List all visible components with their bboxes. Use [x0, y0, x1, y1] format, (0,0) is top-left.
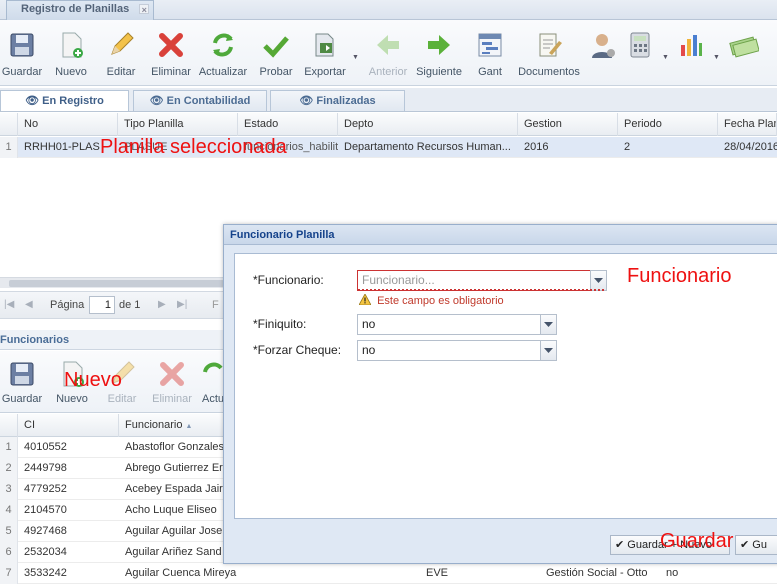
export-icon	[310, 30, 340, 60]
grid-header: No Tipo Planilla Estado Depto Gestion Pe…	[0, 113, 777, 136]
annotation-guardar: Guardar	[660, 530, 734, 552]
chevron-down-icon[interactable]	[540, 340, 557, 361]
tab-title: Registro de Planillas	[21, 3, 130, 15]
documentos-button[interactable]: Documentos	[514, 30, 584, 78]
arrow-right-icon	[424, 30, 454, 60]
check-icon: ✔	[740, 539, 750, 551]
annotation-nuevo: Nuevo	[64, 369, 122, 391]
forzar-cheque-label: *Forzar Cheque:	[253, 343, 342, 357]
guardar-button-2[interactable]: Guardar	[0, 359, 48, 405]
eliminar-button[interactable]: Eliminar	[145, 30, 197, 78]
checkmark-icon	[261, 30, 291, 60]
next-page-icon[interactable]: ▶	[158, 299, 166, 310]
rownum-header	[0, 414, 18, 437]
page-input[interactable]: 1	[89, 296, 115, 314]
arrow-left-icon	[373, 30, 403, 60]
money-button[interactable]	[718, 30, 770, 60]
rownum-header	[0, 113, 18, 136]
funcionarios-grid-header: CI Funcionario ▲	[0, 414, 230, 437]
delete-x-icon	[157, 359, 187, 389]
tab-registro-de-planillas[interactable]: Registro de Planillas ×	[6, 0, 155, 20]
new-doc-icon	[56, 30, 86, 60]
sort-asc-icon: ▲	[185, 423, 193, 430]
delete-x-icon	[156, 30, 186, 60]
nuevo-button[interactable]: Nuevo	[45, 30, 97, 78]
col-gestion[interactable]: Gestion	[518, 113, 618, 136]
calculator-button[interactable]	[614, 30, 666, 60]
calculator-icon	[625, 30, 655, 60]
eye-icon: 👁	[299, 95, 314, 107]
prev-page-icon[interactable]: ◀	[25, 299, 33, 310]
table-row[interactable]: 7 3533242 Aguilar Cuenca Mireya EVE Gest…	[0, 563, 777, 584]
floppy-icon	[7, 30, 37, 60]
funcionario-placeholder: Funcionario...	[362, 273, 435, 287]
exportar-dropdown-icon[interactable]: ▼	[352, 54, 359, 61]
eye-icon: 👁	[25, 95, 40, 107]
actualizar-button[interactable]: Actualizar	[197, 30, 249, 78]
chevron-down-icon[interactable]	[590, 270, 607, 291]
anterior-button[interactable]: Anterior	[362, 30, 414, 78]
refresh-icon	[208, 30, 238, 60]
bar-chart-icon	[676, 30, 706, 60]
guardar-button[interactable]: Guardar	[0, 30, 48, 78]
funcionario-label: *Funcionario:	[253, 273, 324, 287]
annotation-planilla: Planilla seleccionada	[100, 136, 287, 158]
page-label: Página	[50, 299, 85, 311]
col-periodo[interactable]: Periodo	[618, 113, 718, 136]
col-no[interactable]: No	[18, 113, 118, 136]
exportar-button[interactable]: Exportar	[299, 30, 351, 78]
chevron-down-icon[interactable]	[540, 314, 557, 335]
tab-en-contabilidad[interactable]: 👁 En Contabilidad	[133, 90, 267, 111]
funcionarios-panel-title: Funcionarios	[0, 330, 230, 350]
last-page-icon[interactable]: ▶|	[177, 299, 187, 310]
probar-button[interactable]: Probar	[250, 30, 302, 78]
close-tab-icon[interactable]: ×	[139, 4, 150, 15]
guardar-dialog-button[interactable]: ✔ Gu	[735, 535, 777, 555]
pager: |◀ ◀ Página 1 de 1 ▶ ▶| F	[0, 291, 230, 319]
funcionario-combo[interactable]: Funcionario...	[357, 270, 607, 291]
documents-icon	[534, 30, 564, 60]
gant-button[interactable]: Gant	[464, 30, 516, 78]
dialog-body: *Funcionario: Funcionario... Este campo …	[234, 253, 777, 519]
eliminar-button-2[interactable]: Eliminar	[146, 359, 198, 405]
filter-field[interactable]: F	[212, 299, 219, 311]
col-ci[interactable]: CI	[18, 414, 119, 437]
check-icon: ✔	[615, 539, 625, 551]
chart-button[interactable]	[665, 30, 717, 60]
status-tabs: 👁 En Registro 👁 En Contabilidad 👁 Finali…	[0, 88, 777, 112]
top-tab-bar: Registro de Planillas ×	[0, 0, 777, 20]
first-page-icon[interactable]: |◀	[4, 299, 14, 310]
col-estado[interactable]: Estado	[238, 113, 338, 136]
col-fecha-plan[interactable]: Fecha Plan	[718, 113, 777, 136]
col-funcionario[interactable]: Funcionario ▲	[119, 414, 230, 437]
warning-icon	[358, 293, 372, 306]
horizontal-scrollbar[interactable]	[0, 277, 230, 288]
col-tipo-planilla[interactable]: Tipo Planilla	[118, 113, 238, 136]
money-icon	[729, 30, 759, 60]
pencil-icon	[106, 30, 136, 60]
gantt-icon	[475, 30, 505, 60]
validation-error: Este campo es obligatorio	[358, 293, 504, 307]
dialog-title[interactable]: Funcionario Planilla	[224, 225, 777, 245]
forzar-cheque-select[interactable]: no	[357, 340, 557, 361]
scroll-thumb[interactable]	[9, 280, 224, 287]
floppy-icon	[7, 359, 37, 389]
page-count: de 1	[119, 299, 141, 311]
tab-en-registro[interactable]: 👁 En Registro	[0, 90, 129, 111]
editar-button[interactable]: Editar	[95, 30, 147, 78]
siguiente-button[interactable]: Siguiente	[413, 30, 465, 78]
tab-finalizadas[interactable]: 👁 Finalizadas	[270, 90, 405, 111]
finiquito-label: *Finiquito:	[253, 317, 307, 331]
finiquito-select[interactable]: no	[357, 314, 557, 335]
eye-icon: 👁	[149, 95, 164, 107]
annotation-funcionario: Funcionario	[627, 265, 732, 287]
col-depto[interactable]: Depto	[338, 113, 518, 136]
main-toolbar: Guardar Nuevo Editar Eliminar Actualizar…	[0, 20, 777, 86]
